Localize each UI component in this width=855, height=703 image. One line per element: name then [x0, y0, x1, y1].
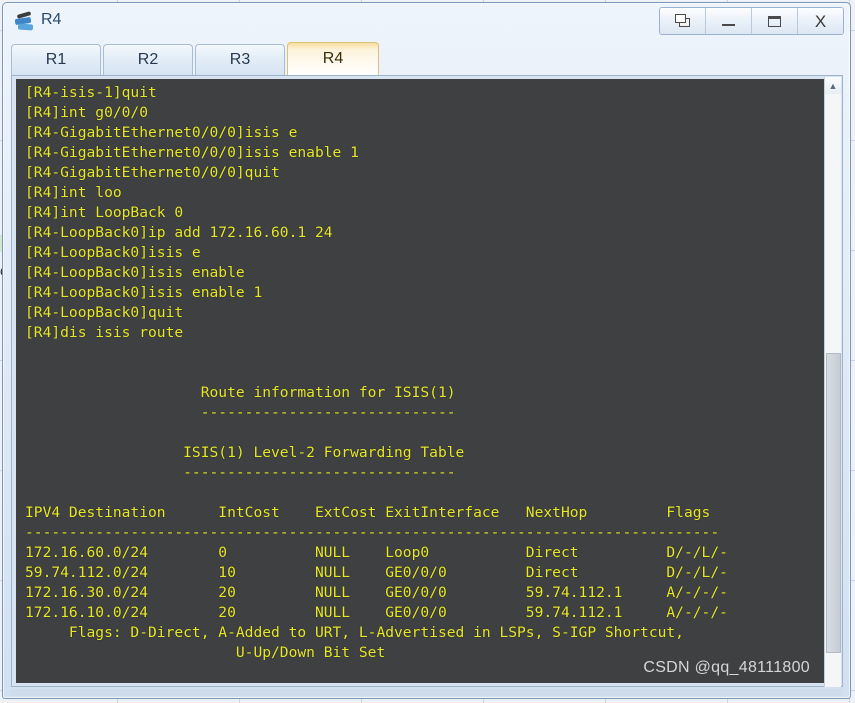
window-titlebar[interactable]: R4 X: [3, 3, 850, 41]
scrollbar-thumb[interactable]: [826, 353, 841, 653]
tab-label: R3: [229, 51, 251, 68]
window-statusbar: [11, 689, 843, 696]
close-icon: X: [814, 11, 827, 31]
minimize-icon: [722, 24, 735, 26]
close-button[interactable]: X: [798, 8, 843, 34]
scroll-up-button[interactable]: ▲: [825, 77, 841, 94]
minimize-button[interactable]: [706, 8, 752, 34]
tab-label: R1: [45, 51, 67, 68]
router-tabbar: R1 R2 R3 R4: [3, 41, 850, 75]
restore-icon: [674, 14, 691, 28]
window-title: R4: [41, 11, 62, 28]
tab-label: R4: [322, 50, 344, 67]
window-controls: X: [659, 7, 844, 35]
tab-label: R2: [137, 51, 159, 68]
tab-r4[interactable]: R4: [287, 42, 379, 75]
terminal-scrollbar[interactable]: ▲: [824, 77, 841, 687]
watermark-text: CSDN @qq_48111800: [643, 659, 810, 676]
console-window: R4 X R1 R2 R3 R4 [R4-isis-1]quit [R4]int…: [2, 2, 851, 699]
router-console-icon: [14, 11, 36, 32]
terminal-output-area[interactable]: [R4-isis-1]quit [R4]int g0/0/0 [R4-Gigab…: [16, 79, 824, 683]
maximize-button[interactable]: [752, 8, 798, 34]
tab-r3[interactable]: R3: [195, 44, 285, 75]
terminal-panel: [R4-isis-1]quit [R4]int g0/0/0 [R4-Gigab…: [11, 75, 843, 687]
terminal-text: [R4-isis-1]quit [R4]int g0/0/0 [R4-Gigab…: [25, 84, 728, 661]
restore-button[interactable]: [660, 8, 706, 34]
tab-r1[interactable]: R1: [11, 44, 101, 75]
tab-r2[interactable]: R2: [103, 44, 193, 75]
maximize-icon: [768, 15, 781, 27]
